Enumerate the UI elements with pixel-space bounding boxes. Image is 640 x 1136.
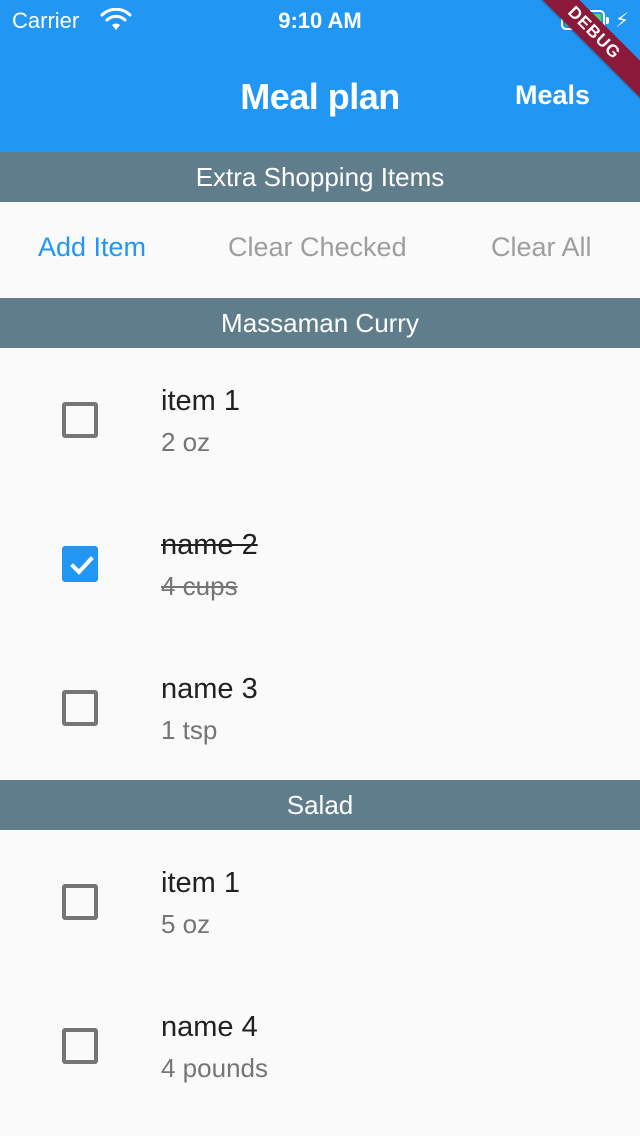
clear-checked-button[interactable]: Clear Checked [228, 232, 407, 263]
item-quantity: 5 oz [161, 909, 211, 939]
item-checkbox[interactable] [62, 884, 98, 920]
item-checkbox[interactable] [62, 1028, 98, 1064]
item-quantity: 1 tsp [161, 715, 218, 745]
item-quantity: 4 pounds [161, 1053, 268, 1083]
item-name: name 4 [161, 1011, 258, 1043]
check-icon [70, 556, 94, 575]
item-name: item 1 [161, 385, 240, 417]
extra-items-header: Extra Shopping Items [0, 152, 640, 202]
meal-header-massaman-curry: Massaman Curry [0, 298, 640, 348]
app-bar: Carrier 9:10 AM ⚡ Meal plan Meals [0, 0, 640, 152]
item-quantity: 2 oz [161, 427, 211, 457]
list-item[interactable]: name 2 4 cups [0, 492, 640, 636]
status-time: 9:10 AM [278, 8, 362, 33]
extra-items-actions: Add Item Clear Checked Clear All [0, 202, 640, 298]
list-item[interactable]: name 4 4 pounds [0, 974, 640, 1118]
item-checkbox[interactable] [62, 690, 98, 726]
clear-all-button[interactable]: Clear All [491, 232, 592, 263]
meals-button[interactable]: Meals [515, 80, 590, 111]
list-item[interactable]: name 3 1 tsp [0, 636, 640, 780]
status-bar: Carrier 9:10 AM ⚡ [0, 0, 640, 40]
add-item-button[interactable]: Add Item [38, 232, 146, 263]
item-quantity: 4 cups [161, 571, 238, 601]
item-name: name 2 [161, 529, 258, 561]
list-item[interactable]: item 1 5 oz [0, 830, 640, 974]
item-name: item 1 [161, 867, 240, 899]
meal-header-salad: Salad [0, 780, 640, 830]
list-item[interactable]: item 1 2 oz [0, 348, 640, 492]
item-checkbox[interactable] [62, 402, 98, 438]
item-name: name 3 [161, 673, 258, 705]
charging-icon: ⚡ [615, 10, 630, 32]
item-checkbox[interactable] [62, 546, 98, 582]
